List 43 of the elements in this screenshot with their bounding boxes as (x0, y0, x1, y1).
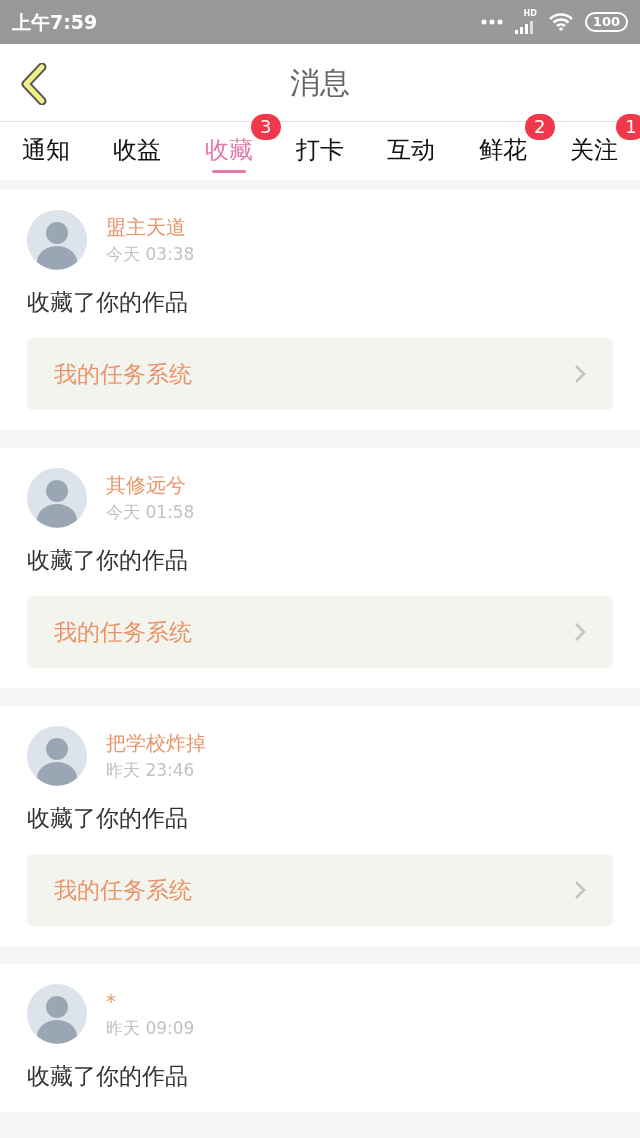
timestamp: 昨天 23:46 (106, 759, 196, 782)
user-name[interactable]: 把学校炸掉 (106, 729, 206, 757)
work-link[interactable]: 我的任务系统 (27, 596, 613, 668)
chevron-right-icon (574, 880, 586, 900)
tab[interactable]: 互动 (387, 132, 436, 173)
message-text: 收藏了你的作品 (27, 804, 189, 833)
tab[interactable]: 鲜花 (478, 132, 527, 173)
user-name[interactable]: 盟主天道 (106, 213, 195, 241)
user-name[interactable]: * (106, 987, 195, 1015)
count-badge: 3 (250, 114, 281, 140)
tab[interactable]: 收藏 (204, 132, 253, 173)
count-badge: 1 (615, 114, 640, 140)
work-title: 我的任务系统 (54, 617, 192, 647)
back-icon (18, 63, 48, 105)
battery-indicator: 100 (584, 12, 628, 32)
timestamp: 昨天 09:09 (106, 1017, 195, 1040)
wifi-icon (548, 13, 573, 31)
tab[interactable]: 通知 (22, 132, 70, 173)
avatar-icon (27, 210, 87, 270)
tab[interactable]: 关注 (569, 132, 618, 173)
page-title: 消息 (290, 64, 350, 102)
chevron-right-icon (574, 364, 586, 384)
tab-indicator (211, 170, 246, 173)
message-text: 收藏了你的作品 (27, 288, 189, 317)
timestamp: 今天 03:38 (106, 243, 195, 266)
count-badge: 2 (524, 114, 555, 140)
clock: 上午7:59 (12, 9, 98, 35)
user-name[interactable]: 其修远兮 (106, 471, 195, 499)
avatar-icon (27, 984, 87, 1044)
tab[interactable]: 收益 (113, 132, 162, 173)
chevron-right-icon (574, 622, 586, 642)
network-label: HD (523, 10, 537, 18)
work-link[interactable]: 我的任务系统 (27, 854, 613, 926)
timestamp: 今天 01:58 (106, 501, 195, 524)
dots-icon (480, 19, 503, 25)
work-title: 我的任务系统 (54, 359, 192, 389)
message-text: 收藏了你的作品 (27, 1062, 189, 1091)
message-text: 收藏了你的作品 (27, 546, 189, 575)
avatar-icon (27, 726, 87, 786)
work-link[interactable]: 我的任务系统 (27, 338, 613, 410)
work-title: 我的任务系统 (54, 875, 192, 905)
avatar-icon (27, 468, 87, 528)
tab[interactable]: 打卡 (296, 132, 344, 173)
